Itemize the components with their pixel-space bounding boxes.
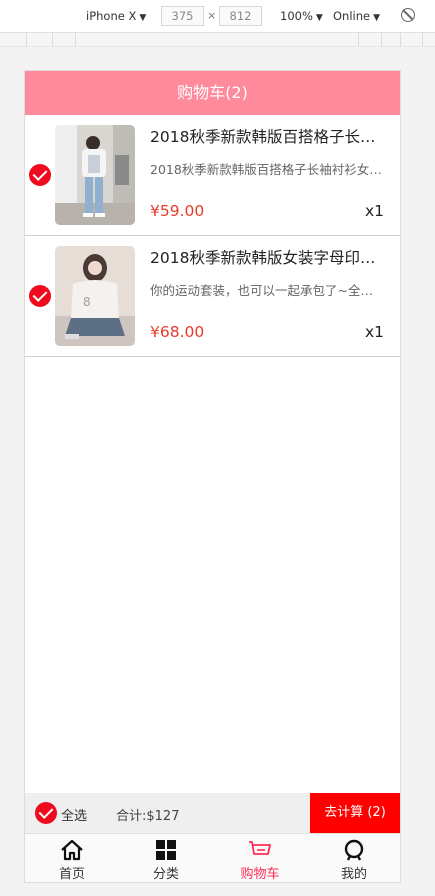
cart-list: 2018秋季新款韩版百搭格子长袖衬衫 2018秋季新款韩版百搭格子长袖衬衫女宽松… — [25, 115, 400, 357]
profile-icon — [344, 839, 364, 861]
item-description: 你的运动套装，也可以一起承包了~全新上市 — [150, 283, 382, 298]
select-all-checkbox-icon[interactable] — [35, 802, 57, 824]
tab-profile[interactable]: 我的 — [307, 834, 400, 882]
tab-bar: 首页 分类 购物车 我的 — [25, 833, 400, 882]
select-all-label[interactable]: 全选 — [61, 805, 87, 824]
item-title[interactable]: 2018秋季新款韩版女装字母印花卫衣 — [150, 246, 382, 268]
media-query-ruler — [0, 33, 435, 47]
item-title[interactable]: 2018秋季新款韩版百搭格子长袖衬衫 — [150, 125, 382, 147]
width-input[interactable]: 375 — [161, 6, 204, 26]
item-quantity: x1 — [364, 323, 384, 341]
home-icon — [61, 839, 83, 861]
height-input[interactable]: 812 — [219, 6, 262, 26]
product-image[interactable]: 8 — [55, 246, 135, 346]
tab-label: 我的 — [340, 867, 367, 882]
cart-item: 8 2018秋季新款韩版女装字母印花卫衣 你的运动套装，也可以一起承包了~全新上… — [25, 236, 400, 357]
device-select[interactable]: iPhone X ▼ — [86, 9, 146, 23]
item-price: ¥59.00 — [150, 202, 205, 220]
network-select[interactable]: Online ▼ — [333, 9, 380, 23]
phone-viewport: 购物车(2) 2018秋季新款韩版百搭格子长袖衬衫 2018秋季新款韩版百搭格子… — [24, 70, 401, 883]
product-image[interactable] — [55, 125, 135, 225]
cart-item: 2018秋季新款韩版百搭格子长袖衬衫 2018秋季新款韩版百搭格子长袖衬衫女宽松… — [25, 115, 400, 236]
svg-text:8: 8 — [83, 295, 91, 309]
tab-label: 分类 — [152, 867, 179, 882]
item-description: 2018秋季新款韩版百搭格子长袖衬衫女宽松 — [150, 162, 382, 177]
zoom-label: 100% — [280, 9, 313, 23]
zoom-select[interactable]: 100% ▼ — [280, 9, 323, 23]
item-quantity: x1 — [364, 202, 384, 220]
item-checkbox-checked-icon[interactable] — [29, 164, 51, 186]
item-price: ¥68.00 — [150, 323, 205, 341]
checkout-button[interactable]: 去计算 (2) — [310, 793, 400, 833]
item-checkbox-checked-icon[interactable] — [29, 285, 51, 307]
tab-category[interactable]: 分类 — [119, 834, 213, 882]
network-label: Online — [333, 9, 371, 23]
devtools-toolbar: iPhone X ▼ 375 × 812 100% ▼ Online ▼ — [0, 0, 435, 33]
chevron-down-icon: ▼ — [139, 13, 147, 23]
device-label: iPhone X — [86, 9, 137, 23]
grid-icon — [156, 840, 176, 860]
chevron-down-icon: ▼ — [373, 13, 381, 23]
total-amount: 合计:$127 — [116, 809, 180, 824]
chevron-down-icon: ▼ — [315, 13, 323, 23]
cart-icon — [249, 841, 271, 855]
dimension-separator: × — [207, 9, 217, 22]
tab-label: 购物车 — [240, 867, 280, 882]
tab-label: 首页 — [58, 867, 85, 882]
page-title: 购物车(2) — [25, 71, 400, 115]
rotate-disabled-icon[interactable] — [401, 8, 415, 22]
tab-cart[interactable]: 购物车 — [213, 834, 307, 882]
checkout-bar: 全选 合计:$127 去计算 (2) — [25, 793, 400, 833]
tab-home[interactable]: 首页 — [25, 834, 119, 882]
